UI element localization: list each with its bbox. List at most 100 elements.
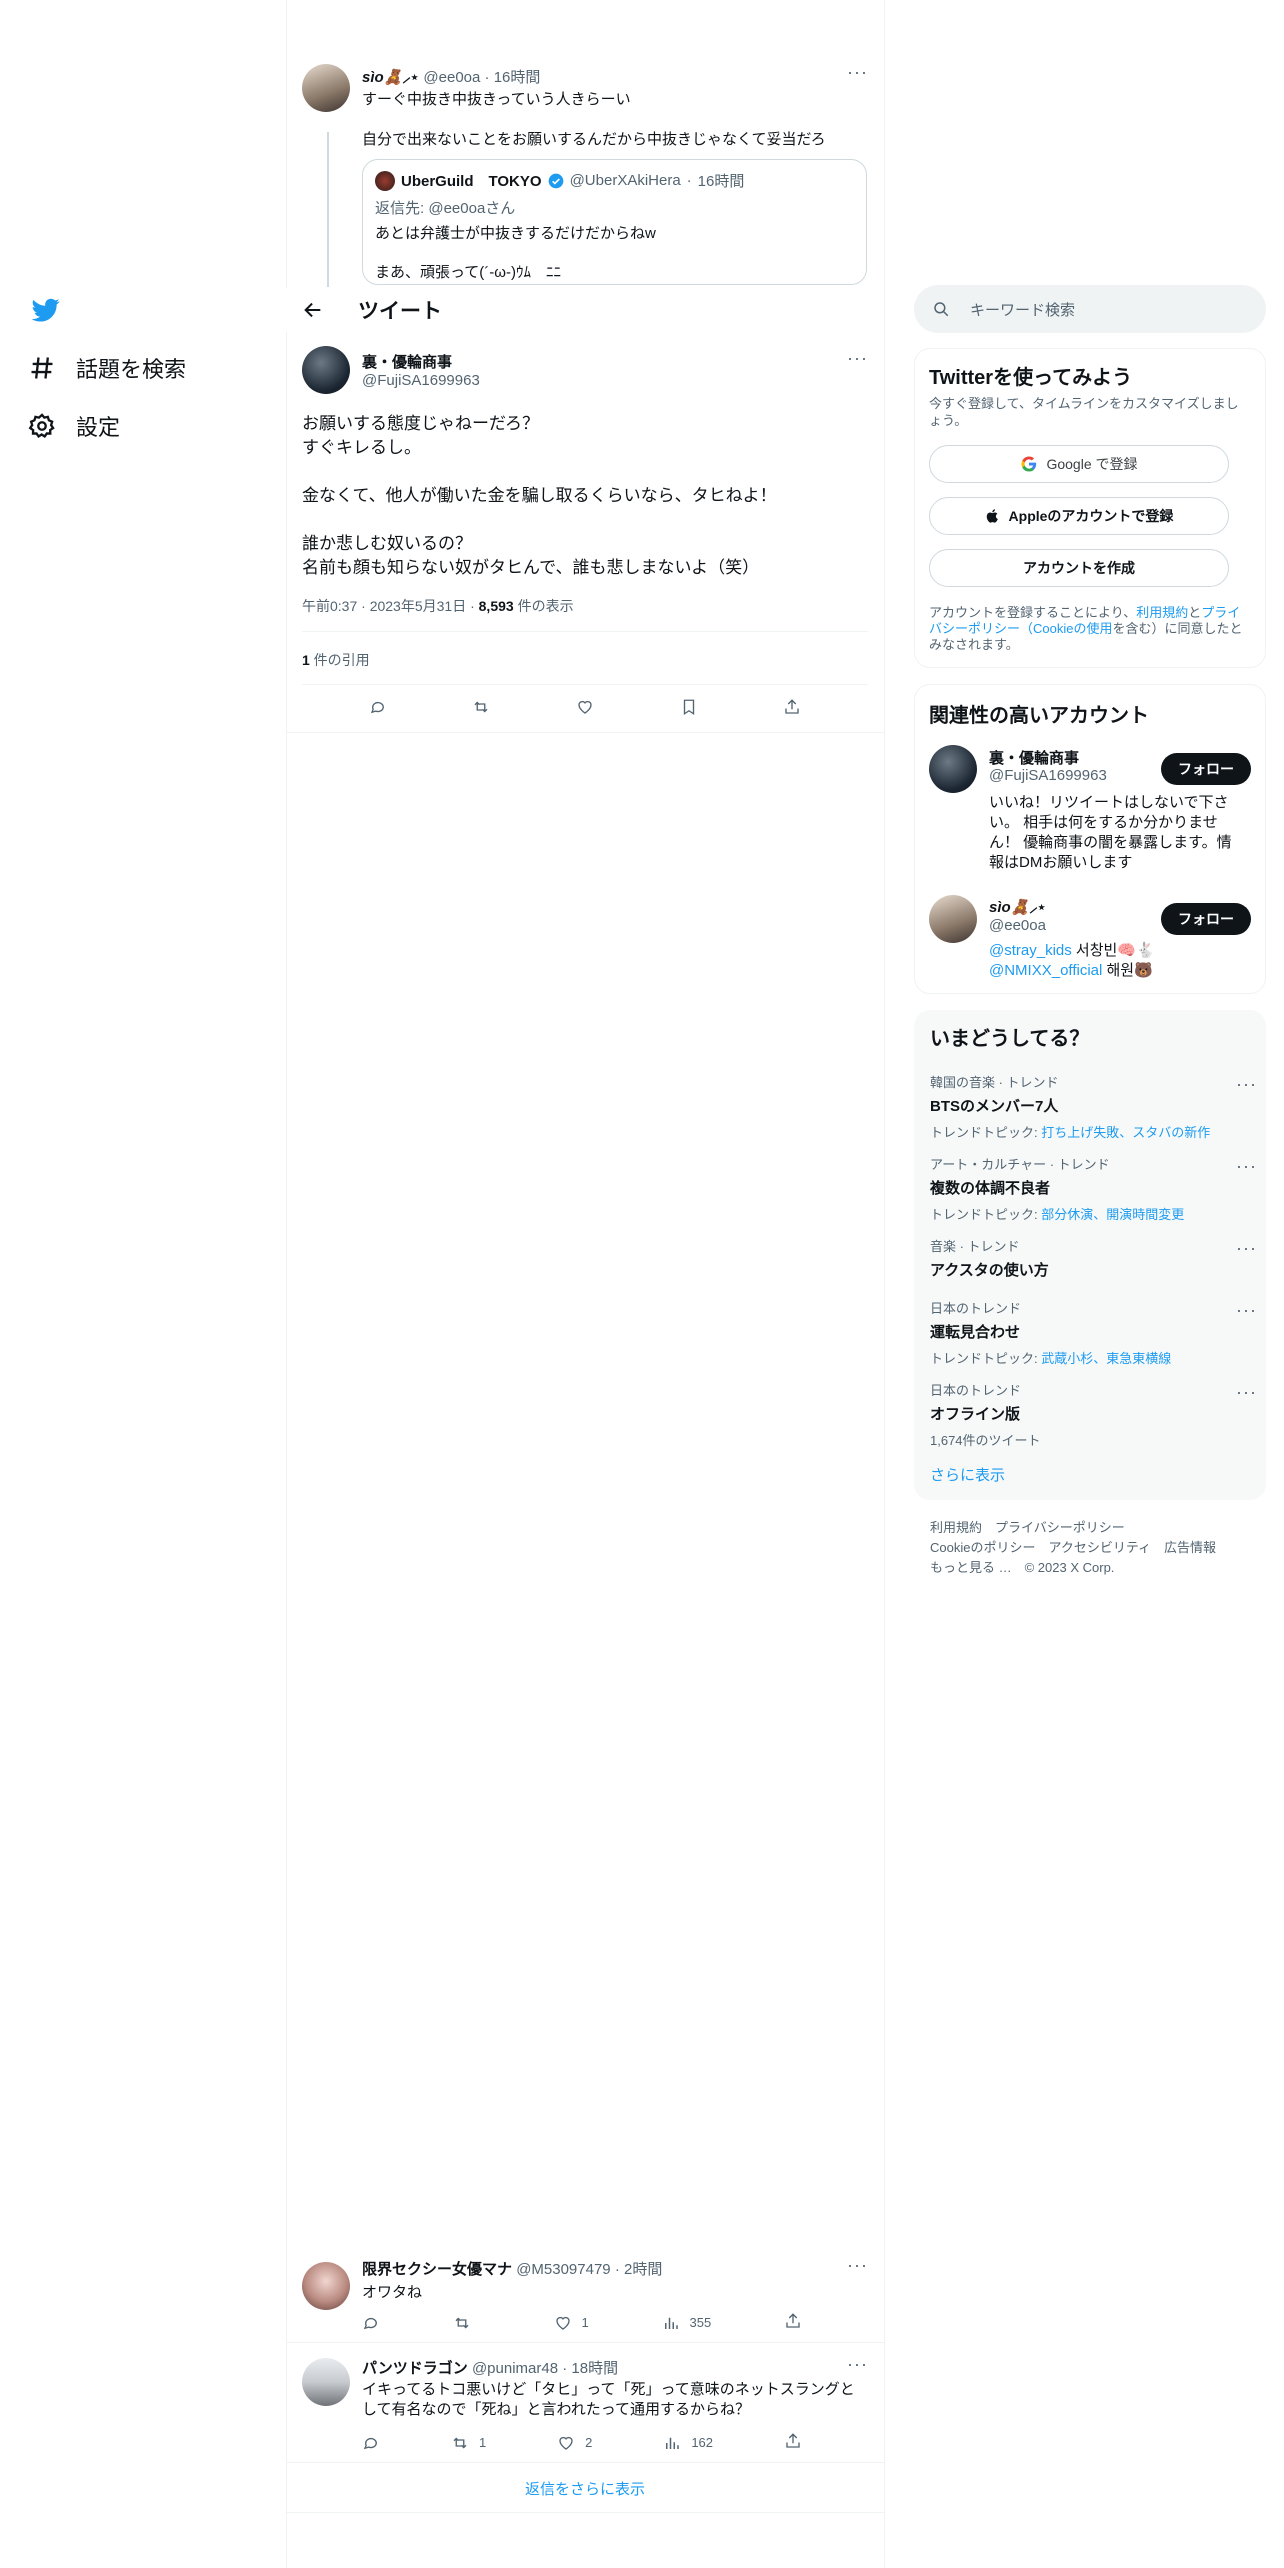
show-more-trends-link[interactable]: さらに表示	[930, 1464, 1005, 1485]
avatar[interactable]	[929, 895, 977, 943]
trend-item[interactable]: 日本のトレンド オフライン版 1,674件のツイート	[930, 1380, 1250, 1449]
page-title: ツイート	[358, 300, 442, 323]
mention-link[interactable]: @NMIXX_official	[989, 962, 1102, 979]
trend-item[interactable]: アート・カルチャー · トレンド 複数の体調不良者 トレンドトピック: 部分休演…	[930, 1154, 1250, 1223]
avatar	[375, 170, 395, 191]
follow-button[interactable]: フォロー	[1161, 753, 1251, 785]
tweet-time[interactable]: 16時間	[494, 69, 541, 86]
avatar[interactable]	[302, 64, 350, 112]
more-icon[interactable]: ···	[847, 62, 868, 83]
author-name[interactable]: 限界セクシー女優マナ	[362, 2261, 512, 2278]
verified-badge-icon	[548, 173, 563, 188]
heart-icon	[555, 2316, 570, 2330]
signup-legal: アカウントを登録することにより、利用規約とプライバシーポリシー（Cookieの使…	[929, 605, 1243, 652]
footer-line[interactable]: もっと見る … © 2023 X Corp.	[930, 1558, 1216, 1578]
tweet-time[interactable]: 18時間	[571, 2360, 618, 2377]
account-name[interactable]: sìo🧸⸝⋆	[989, 897, 1046, 917]
google-icon	[1021, 456, 1037, 472]
retweet-button[interactable]	[453, 2312, 481, 2333]
account-bio: @stray_kids 서창빈🧠🐇 @NMIXX_official 해원🐻	[989, 942, 1155, 979]
tweet-time[interactable]: 2時間	[624, 2261, 662, 2278]
mention-link[interactable]: @stray_kids	[989, 942, 1072, 959]
trend-item[interactable]: 韓国の音楽 · トレンド BTSのメンバー7人 トレンドトピック: 打ち上げ失敗…	[930, 1072, 1250, 1141]
thread-line	[327, 132, 329, 287]
gear-icon	[28, 413, 55, 438]
more-icon[interactable]: ···	[1236, 1156, 1257, 1177]
author-name[interactable]: パンツドラゴン	[362, 2360, 468, 2377]
author-name[interactable]: sìo🧸⸝⋆	[362, 69, 419, 86]
tweet-body: お願いする態度じゃねーだろ？ すぐキレるし。 金なくて、他人が働いた金を騙し取る…	[302, 414, 777, 577]
more-icon[interactable]: ···	[847, 2354, 868, 2375]
account-name[interactable]: 裏・優輪商事	[989, 747, 1079, 768]
quotes-link[interactable]: 1 件の引用	[302, 650, 370, 670]
nav-settings-label: 設定	[76, 415, 121, 440]
retweet-button[interactable]: 1	[451, 2432, 486, 2453]
reply-button[interactable]	[362, 2432, 380, 2453]
trend-item[interactable]: 日本のトレンド 運転見合わせ トレンドトピック: 武蔵小杉、東急東横線	[930, 1298, 1250, 1367]
footer-line[interactable]: Cookieのポリシー アクセシビリティ 広告情報	[930, 1538, 1216, 1558]
analytics-icon	[666, 2437, 680, 2449]
author-handle[interactable]: @FujiSA1699963	[362, 372, 480, 389]
more-icon[interactable]: ···	[1236, 1238, 1257, 1259]
reply-button[interactable]	[362, 2312, 380, 2333]
author-handle[interactable]: @punimar48	[472, 2360, 558, 2377]
tweet-timestamp[interactable]: 午前0:37 · 2023年5月31日 ·	[302, 598, 479, 614]
google-signup-button[interactable]: Google で登録	[929, 445, 1229, 483]
like-button[interactable]	[576, 698, 594, 716]
footer-line[interactable]: 利用規約 プライバシーポリシー	[930, 1518, 1216, 1538]
follow-button[interactable]: フォロー	[1161, 903, 1251, 935]
share-button[interactable]	[784, 2432, 802, 2453]
like-button[interactable]: 1	[554, 2312, 589, 2333]
more-icon[interactable]: ···	[1236, 1382, 1257, 1403]
avatar[interactable]	[302, 346, 350, 394]
share-icon	[786, 2313, 800, 2328]
search-icon	[934, 302, 949, 317]
share-button[interactable]	[783, 698, 801, 716]
signup-subtitle: 今すぐ登録して、タイムラインをカスタマイズしましょう。	[929, 396, 1239, 428]
tweet-text: イキってるトコ悪いけど「タヒ」って「死」って意味のネットスラングとして有名なので…	[362, 2381, 855, 2418]
terms-link[interactable]: 利用規約	[1136, 605, 1188, 620]
author-name[interactable]: 裏・優輪商事	[362, 351, 452, 372]
tweet-text: 自分で出来ないことをお願いするんだから中抜きじゃなくて妥当だろ	[362, 131, 826, 148]
nav-explore[interactable]: 話題を検索	[28, 352, 186, 384]
tweet-text: オワタね	[362, 2284, 423, 2301]
reply-icon	[363, 2317, 377, 2329]
quoted-tweet[interactable]: UberGuild TOKYO @UberXAkiHera · 16時間 返信先…	[362, 159, 867, 285]
author-handle[interactable]: @M53097479	[516, 2261, 610, 2278]
heart-icon	[578, 700, 592, 714]
back-arrow-icon[interactable]	[302, 299, 324, 321]
account-handle[interactable]: @ee0oa	[989, 917, 1046, 934]
tweet-actions: 1 355	[362, 2312, 802, 2333]
quoted-text: あとは弁護士が中抜きするだけだからねw	[375, 225, 656, 242]
avatar[interactable]	[302, 2358, 350, 2406]
avatar[interactable]	[929, 745, 977, 793]
search-placeholder: キーワード検索	[970, 301, 1076, 319]
more-icon[interactable]: ···	[847, 348, 868, 369]
apple-icon	[986, 509, 998, 523]
author-handle[interactable]: @ee0oa	[423, 69, 480, 86]
reply-icon	[363, 2437, 377, 2449]
like-button[interactable]: 2	[557, 2432, 592, 2453]
create-account-button[interactable]: アカウントを作成	[929, 549, 1229, 587]
nav-settings[interactable]: 設定	[28, 410, 120, 442]
more-icon[interactable]: ···	[1236, 1300, 1257, 1321]
more-icon[interactable]: ···	[1236, 1074, 1257, 1095]
share-button[interactable]	[784, 2312, 802, 2333]
tweet-actions: 1 2 162	[362, 2432, 802, 2453]
show-more-replies-link[interactable]: 返信をさらに表示	[286, 2478, 884, 2499]
views-button[interactable]: 162	[663, 2432, 713, 2453]
apple-signup-button[interactable]: Appleのアカウントで登録	[929, 497, 1229, 535]
bookmark-button[interactable]	[680, 698, 698, 716]
views-button[interactable]: 355	[662, 2312, 711, 2333]
trend-item[interactable]: 音楽 · トレンド アクスタの使い方	[930, 1236, 1250, 1280]
more-icon[interactable]: ···	[847, 2255, 868, 2276]
retweet-button[interactable]	[472, 698, 490, 716]
reply-icon	[370, 701, 384, 714]
account-handle[interactable]: @FujiSA1699963	[989, 767, 1107, 784]
avatar[interactable]	[302, 2262, 350, 2310]
search-box[interactable]: キーワード検索	[914, 285, 1266, 333]
reply-button[interactable]	[369, 698, 387, 716]
twitter-logo-icon[interactable]	[30, 296, 62, 324]
heart-icon	[559, 2436, 573, 2450]
account-bio: いいね！リツイートはしないで下さい。 相手は何をするか分かりません！ 優輪商事の…	[989, 794, 1232, 871]
